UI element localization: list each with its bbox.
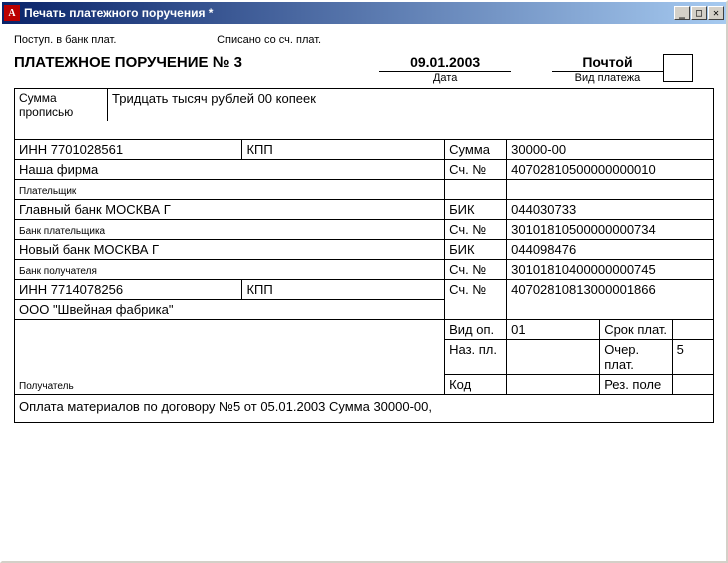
payee-bank-role-label: Банк получателя [15,259,445,279]
amount-value: 30000-00 [507,139,714,159]
payee-bank-name: Новый банк МОСКВА Г [19,242,440,257]
app-window: A Печать платежного поручения * _ □ ✕ По… [0,0,728,563]
payee-bank-bik: 044098476 [507,239,714,259]
ocher: 5 [672,339,713,374]
payer-bank-acc-label: Сч. № [445,219,507,239]
payee-inn-cell: ИНН 7714078256 [15,279,242,299]
payer-name: Наша фирма [19,162,440,177]
amount-label: Сумма [445,139,507,159]
payer-bank-bik-label: БИК [445,199,507,219]
payer-bank-role-label: Банк плательщика [15,219,445,239]
ocher-label: Очер. плат. [600,339,672,374]
close-button[interactable]: ✕ [708,6,724,20]
payee-kpp-label: КПП [246,282,272,297]
payer-inn-cell: ИНН 7701028561 [15,139,242,159]
minimize-button[interactable]: _ [674,6,690,20]
status-box [663,54,693,82]
payee-name: ООО "Швейная фабрика" [19,302,440,317]
payee-acc: 40702810813000001866 [507,279,714,319]
date-value: 09.01.2003 [379,54,511,72]
titlebar: A Печать платежного поручения * _ □ ✕ [2,2,726,24]
app-icon: A [4,5,20,21]
payer-inn: 7701028561 [51,142,123,157]
payment-type-label: Вид платежа [552,72,664,84]
payment-type-value: Почтой [552,54,664,72]
header-table: ПЛАТЕЖНОЕ ПОРУЧЕНИЕ № 3 09.01.2003 Дата … [14,54,714,88]
payee-bank-name-cell: Новый банк МОСКВА Г [15,239,445,259]
rez [672,374,713,394]
payee-name-cell: ООО "Швейная фабрика" [15,299,445,319]
received-label: Поступ. в банк плат. [14,34,214,46]
vid-op: 01 [507,319,600,339]
main-form: Сумма прописью Тридцать тысяч рублей 00 … [14,88,714,395]
doc-title: ПЛАТЕЖНОЕ ПОРУЧЕНИЕ № 3 [14,54,242,71]
maximize-button[interactable]: □ [691,6,707,20]
payee-bank-acc: 30101810400000000745 [507,259,714,279]
payer-bank-name-cell: Главный банк МОСКВА Г [15,199,445,219]
window-controls: _ □ ✕ [674,6,724,20]
window-title: Печать платежного поручения * [24,6,674,20]
debited-label: Списано со сч. плат. [217,34,321,46]
payee-bank-acc-label: Сч. № [445,259,507,279]
payer-inn-label: ИНН [19,142,47,157]
document-area: Поступ. в банк плат. Списано со сч. плат… [2,24,726,561]
payer-name-cell: Наша фирма [15,159,445,179]
date-label: Дата [379,72,511,84]
payer-bank-bik: 044030733 [507,199,714,219]
rez-label: Рез. поле [600,374,672,394]
srok [672,319,713,339]
payee-acc-label: Сч. № [445,279,507,319]
topline: Поступ. в банк плат. Списано со сч. плат… [14,32,714,54]
payer-account: 40702810500000000010 [507,159,714,179]
payment-purpose: Оплата материалов по договору №5 от 05.0… [14,395,714,423]
vid-op-label: Вид оп. [445,319,507,339]
payer-role-label: Плательщик [15,179,445,199]
payer-bank-name: Главный банк МОСКВА Г [19,202,440,217]
payee-bank-bik-label: БИК [445,239,507,259]
kod-label: Код [445,374,507,394]
payer-bank-acc: 30101810500000000734 [507,219,714,239]
amount-words-value: Тридцать тысяч рублей 00 копеек [108,89,714,122]
payer-kpp-cell: КПП [242,139,445,159]
amount-words-label: Сумма прописью [15,89,108,122]
payee-kpp-cell: КПП [242,279,445,299]
payee-inn-label: ИНН [19,282,47,297]
doc-number: 3 [234,54,242,71]
doc-title-text: ПЛАТЕЖНОЕ ПОРУЧЕНИЕ № [14,54,234,71]
payee-inn: 7714078256 [51,282,123,297]
kod [507,374,600,394]
srok-label: Срок плат. [600,319,672,339]
naz-pl-label: Наз. пл. [445,339,507,374]
payer-kpp-label: КПП [246,142,272,157]
naz-pl [507,339,600,374]
payee-role-label: Получатель [19,381,74,392]
payer-account-label: Сч. № [445,159,507,179]
